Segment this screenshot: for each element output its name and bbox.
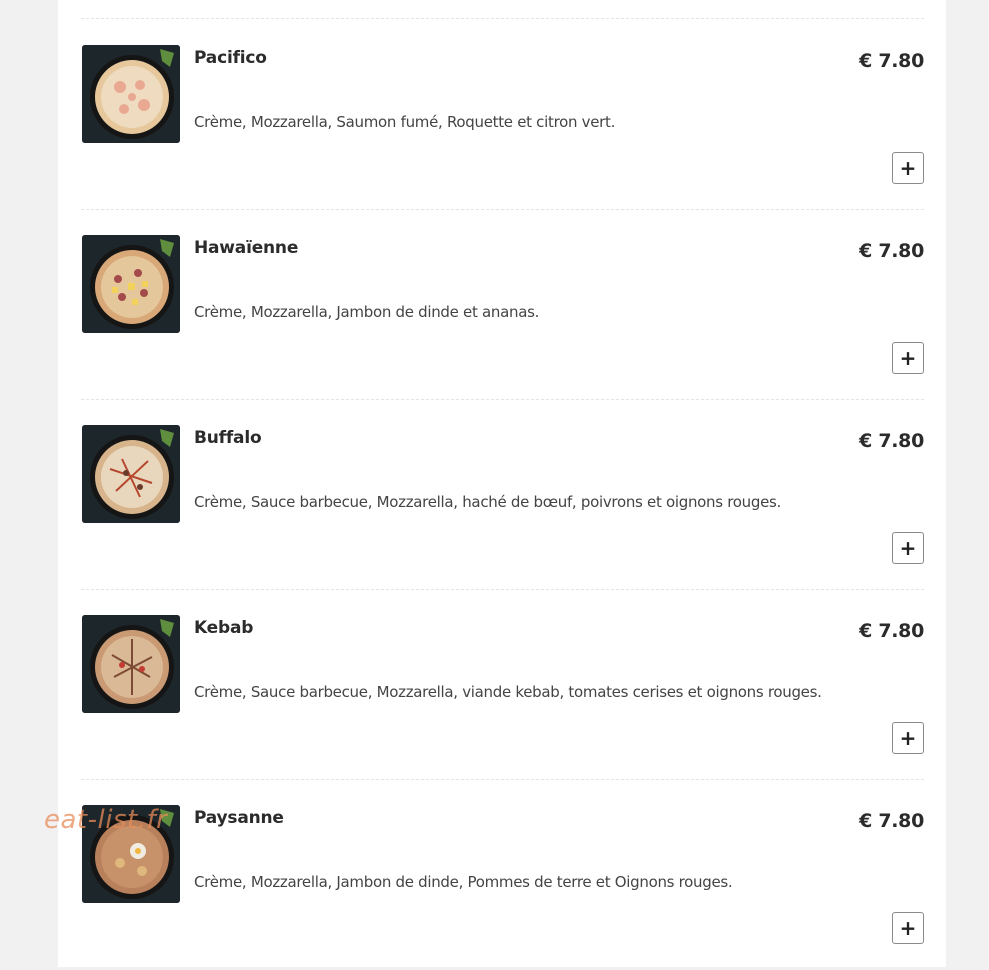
- item-price: € 7.80: [859, 430, 924, 452]
- menu-item-pacifico: Pacifico € 7.80 Crème, Mozzarella, Saumo…: [81, 20, 924, 210]
- item-name: Hawaïenne: [194, 238, 299, 258]
- pizza-image[interactable]: [82, 425, 180, 523]
- item-price: € 7.80: [859, 620, 924, 642]
- item-name: Buffalo: [194, 428, 262, 448]
- add-to-cart-button[interactable]: +: [892, 532, 924, 564]
- item-description: Crème, Mozzarella, Jambon de dinde, Pomm…: [194, 873, 733, 891]
- item-description: Crème, Mozzarella, Jambon de dinde et an…: [194, 303, 540, 321]
- add-to-cart-button[interactable]: +: [892, 152, 924, 184]
- item-price: € 7.80: [859, 810, 924, 832]
- item-name: Pacifico: [194, 48, 267, 68]
- item-description: Crème, Mozzarella, Saumon fumé, Roquette…: [194, 113, 616, 131]
- pizza-image[interactable]: [82, 45, 180, 143]
- item-description: Crème, Sauce barbecue, Mozzarella, haché…: [194, 493, 781, 511]
- item-name: Kebab: [194, 618, 254, 638]
- divider: [81, 18, 924, 19]
- menu-item-paysanne: Paysanne € 7.80 Crème, Mozzarella, Jambo…: [81, 780, 924, 970]
- pizza-image[interactable]: [82, 235, 180, 333]
- item-name: Paysanne: [194, 808, 284, 828]
- pizza-image[interactable]: [82, 805, 180, 903]
- plus-icon: +: [899, 346, 917, 370]
- menu-item-buffalo: Buffalo € 7.80 Crème, Sauce barbecue, Mo…: [81, 400, 924, 590]
- item-price: € 7.80: [859, 240, 924, 262]
- item-price: € 7.80: [859, 50, 924, 72]
- plus-icon: +: [899, 916, 917, 940]
- pizza-image[interactable]: [82, 615, 180, 713]
- menu-item-hawaienne: Hawaïenne € 7.80 Crème, Mozzarella, Jamb…: [81, 210, 924, 400]
- add-to-cart-button[interactable]: +: [892, 342, 924, 374]
- item-description: Crème, Sauce barbecue, Mozzarella, viand…: [194, 683, 822, 701]
- add-to-cart-button[interactable]: +: [892, 722, 924, 754]
- menu-item-kebab: Kebab € 7.80 Crème, Sauce barbecue, Mozz…: [81, 590, 924, 780]
- add-to-cart-button[interactable]: +: [892, 912, 924, 944]
- plus-icon: +: [899, 156, 917, 180]
- plus-icon: +: [899, 726, 917, 750]
- plus-icon: +: [899, 536, 917, 560]
